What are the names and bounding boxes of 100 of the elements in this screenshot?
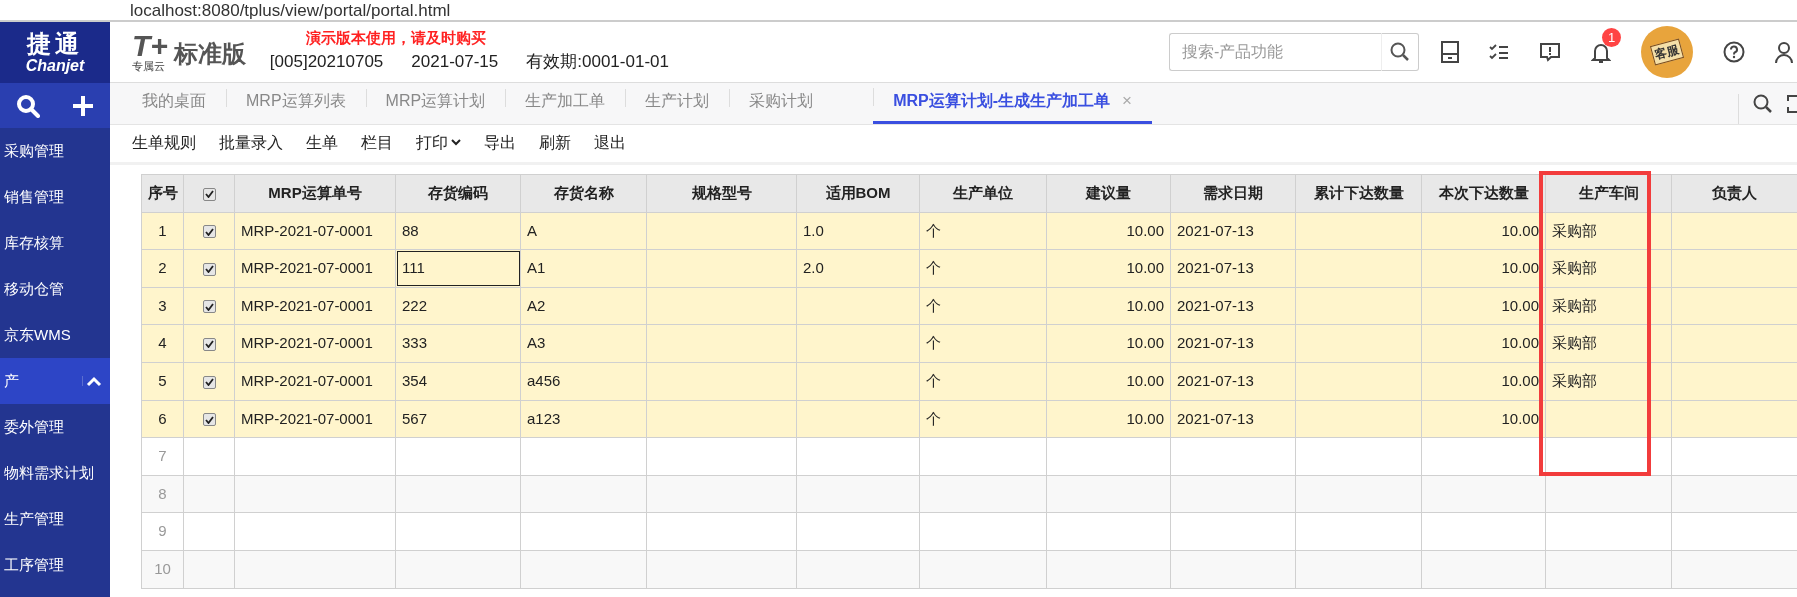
address-bar-url[interactable]: localhost:8080/tplus/view/portal/portal.html — [130, 2, 451, 19]
sidebar-item[interactable]: 京东WMS — [0, 312, 110, 358]
table-cell: 10.00 — [1421, 362, 1546, 401]
sidebar-item[interactable]: 销售管理 — [0, 174, 110, 220]
table-cell: MRP-2021-07-0001 — [234, 400, 396, 438]
table-cell: 个 — [919, 249, 1047, 288]
table-cell: MRP-2021-07-0001 — [234, 287, 396, 325]
sidebar-item[interactable]: 委外管理 — [0, 404, 110, 450]
table-cell: 个 — [919, 287, 1047, 325]
row-number: 3 — [141, 287, 184, 325]
column-header: 适用BOM — [796, 174, 920, 213]
customer-service-mascot[interactable]: 客服 — [1641, 26, 1693, 78]
column-header: 生产车间 — [1578, 184, 1639, 202]
product-subtitle: 专属云 — [132, 60, 165, 72]
table-cell: 2.0 — [796, 249, 920, 288]
toolbar-button[interactable]: 批量录入 — [219, 130, 283, 155]
column-header: 规格型号 — [646, 174, 797, 213]
row-number: 1 — [141, 212, 184, 250]
table-cell: 个 — [919, 362, 1047, 401]
table-cell: 1.0 — [796, 212, 920, 250]
table-cell: 2021-07-13 — [1170, 362, 1296, 401]
focused-cell[interactable]: 111 — [395, 249, 521, 288]
table-cell: 354 — [395, 362, 521, 401]
search-field[interactable]: 搜索-产品功能 — [1169, 33, 1381, 71]
table-cell: 2021-07-13 — [1170, 324, 1296, 363]
row-number: 6 — [141, 400, 184, 438]
table-cell: 个 — [919, 212, 1047, 250]
column-header: 负责人 — [1671, 174, 1797, 213]
tab[interactable]: MRP运算计划-生成生产加工单 × — [873, 87, 1152, 124]
table-cell: 333 — [395, 324, 521, 363]
row-number: 4 — [141, 324, 184, 363]
sidebar-item[interactable]: 物料需求计划 — [0, 450, 110, 496]
table-cell: a123 — [520, 400, 647, 438]
notification-badge: 1 — [1602, 28, 1621, 48]
table-cell: 采购部 — [1545, 287, 1672, 325]
table-cell: 2021-07-13 — [1170, 212, 1296, 250]
logo-text: 捷通 — [27, 30, 83, 57]
sidebar-item[interactable]: 工序管理 — [0, 542, 110, 588]
product-logo: T+ — [132, 32, 168, 60]
row-number: 7 — [141, 437, 184, 476]
table-cell: 个 — [919, 324, 1047, 363]
table-cell: 采购部 — [1545, 324, 1672, 363]
sidebar-item[interactable]: 生产管理 — [0, 496, 110, 542]
service-sign: 客服 — [1649, 38, 1685, 66]
table-cell: A — [520, 212, 647, 250]
demo-notice: 演示版本使用，请及时购买 — [305, 29, 487, 48]
sidebar-item[interactable]: 采购管理 — [0, 128, 110, 174]
table-cell: MRP-2021-07-0001 — [234, 324, 396, 363]
table-cell: 10.00 — [1046, 212, 1171, 250]
toolbar-button[interactable]: 栏目 — [361, 130, 393, 155]
table-cell: 10.00 — [1421, 400, 1546, 438]
row-number: 5 — [141, 362, 184, 401]
table-cell: A3 — [520, 324, 647, 363]
sidebar-item[interactable]: 移动仓管 — [0, 266, 110, 312]
toolbar-button[interactable]: 生单 — [306, 130, 338, 155]
date-label: 2021-07-15 — [411, 51, 499, 74]
table-cell: 88 — [395, 212, 521, 250]
column-header: 需求日期 — [1170, 174, 1296, 213]
row-number: 10 — [141, 550, 184, 589]
toolbar-button[interactable]: 退出 — [594, 130, 626, 155]
row-number: 2 — [141, 249, 184, 288]
table-cell: 2021-07-13 — [1170, 287, 1296, 325]
table-cell: 10.00 — [1046, 400, 1171, 438]
column-header: 序号 — [141, 174, 184, 213]
table-cell: a456 — [520, 362, 647, 401]
table-cell: A1 — [520, 249, 647, 288]
table-cell: 10.00 — [1421, 324, 1546, 363]
column-header: 生产单位 — [919, 174, 1047, 213]
toolbar-button[interactable]: 打印 — [416, 130, 461, 155]
table-cell: 个 — [919, 400, 1047, 438]
column-header: 存货编码 — [395, 174, 521, 213]
column-header: 存货名称 — [520, 174, 647, 213]
edition-label: 标准版 — [173, 39, 246, 69]
table-cell: 10.00 — [1046, 249, 1171, 288]
sidebar-item[interactable]: 产 — [0, 358, 110, 404]
table-cell: 567 — [395, 400, 521, 438]
column-header: 累计下达数量 — [1295, 174, 1422, 213]
toolbar-button[interactable]: 生单规则 — [132, 130, 196, 155]
toolbar-button[interactable]: 刷新 — [539, 130, 571, 155]
table-cell: 10.00 — [1046, 362, 1171, 401]
sidebar-item[interactable]: 库存核算 — [0, 220, 110, 266]
table-cell: 采购部 — [1545, 249, 1672, 288]
table-cell: 采购部 — [1545, 212, 1672, 250]
table-cell: 10.00 — [1421, 212, 1546, 250]
account-label: [005]20210705 — [269, 51, 384, 74]
column-header: 建议量 — [1046, 174, 1171, 213]
table-cell: 10.00 — [1421, 249, 1546, 288]
toolbar-button[interactable]: 导出 — [484, 130, 516, 155]
table-cell: MRP-2021-07-0001 — [234, 212, 396, 250]
column-header: MRP运算单号 — [234, 174, 396, 213]
table-cell: 10.00 — [1421, 287, 1546, 325]
table-cell: 2021-07-13 — [1170, 400, 1296, 438]
table-cell: MRP-2021-07-0001 — [234, 249, 396, 288]
table-cell: MRP-2021-07-0001 — [234, 362, 396, 401]
table-cell: 采购部 — [1545, 362, 1672, 401]
row-number: 8 — [141, 475, 184, 513]
table-cell: 2021-07-13 — [1170, 249, 1296, 288]
table-cell: 10.00 — [1046, 324, 1171, 363]
logo-text: Chanjet — [25, 56, 85, 75]
column-header: 本次下达数量 — [1421, 174, 1546, 213]
